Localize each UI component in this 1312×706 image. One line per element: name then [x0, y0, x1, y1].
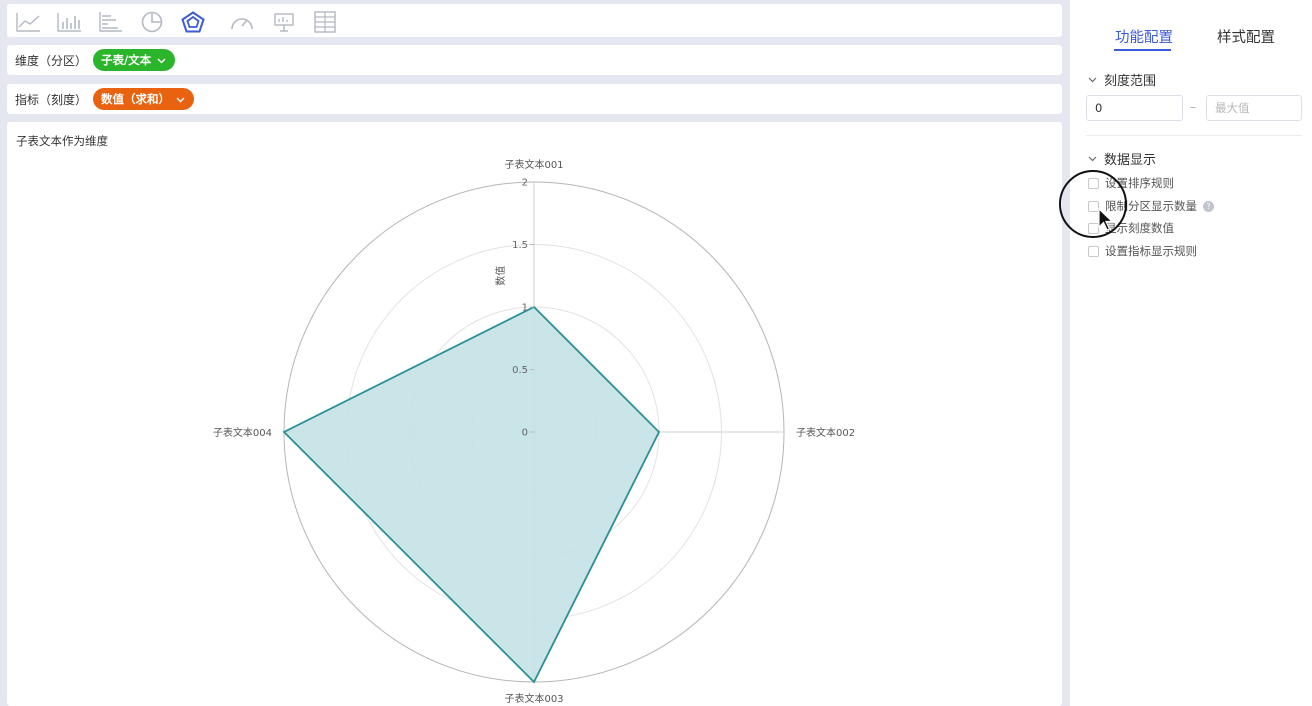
radar-category-label: 子表文本001	[504, 158, 563, 171]
scale-range-section-header[interactable]: 刻度范围	[1088, 70, 1156, 89]
radar-tick-label: 0	[522, 428, 528, 439]
tab-function-config[interactable]: 功能配置	[1115, 26, 1173, 47]
dimension-row: 维度（分区） 子表/文本	[7, 45, 1062, 75]
show-scale-values-label: 显示刻度数值	[1105, 221, 1174, 235]
range-separator: –	[1190, 100, 1196, 114]
config-panel: 功能配置 样式配置 刻度范围 – 数据显示 设置排序规则 限制分区显示数量 ? …	[1070, 0, 1312, 706]
section-divider	[1086, 135, 1302, 136]
table-grid-icon[interactable]	[312, 11, 338, 33]
chart-type-toolbar	[7, 4, 1062, 37]
measure-field-name: 数值（求和）	[101, 92, 171, 106]
chevron-down-icon	[176, 92, 185, 106]
data-display-title: 数据显示	[1104, 153, 1157, 168]
tab-style-config[interactable]: 样式配置	[1217, 26, 1275, 47]
data-display-section-header[interactable]: 数据显示	[1088, 149, 1156, 168]
scale-range-title: 刻度范围	[1104, 74, 1157, 89]
help-icon[interactable]: ?	[1203, 200, 1214, 212]
limit-partitions-checkbox[interactable]	[1088, 200, 1099, 212]
dimension-label: 维度（分区）	[15, 53, 88, 68]
presentation-chart-icon[interactable]	[271, 11, 297, 33]
sort-rule-label: 设置排序规则	[1105, 176, 1174, 190]
chart-editor-area: 维度（分区） 子表/文本 指标（刻度） 数值（求和） 子表文本作为维度 0 0.5…	[0, 0, 1070, 706]
bar-chart-icon[interactable]	[56, 11, 82, 33]
sort-rule-checkbox[interactable]	[1088, 177, 1099, 189]
radar-tick-label: 1.5	[512, 240, 528, 251]
option-measure-display-rule[interactable]: 设置指标显示规则	[1088, 243, 1197, 259]
radar-category-label: 子表文本003	[504, 692, 563, 705]
dimension-field-name: 子表/文本	[101, 53, 152, 67]
horizontal-bar-chart-icon[interactable]	[97, 11, 123, 33]
line-chart-icon[interactable]	[15, 11, 41, 33]
option-sort-rule[interactable]: 设置排序规则	[1088, 175, 1174, 191]
measure-row: 指标（刻度） 数值（求和）	[7, 84, 1062, 114]
chevron-down-icon	[157, 53, 166, 67]
radar-category-label: 子表文本004	[213, 426, 272, 439]
measure-field-pill[interactable]: 数值（求和）	[93, 88, 195, 110]
limit-partitions-label: 限制分区显示数量	[1105, 199, 1197, 213]
scale-max-input[interactable]	[1206, 95, 1302, 121]
scale-min-input[interactable]	[1086, 95, 1183, 121]
option-show-scale-values[interactable]: 显示刻度数值	[1088, 220, 1174, 236]
radar-tick-label: 2	[522, 178, 528, 189]
measure-label: 指标（刻度）	[15, 92, 88, 107]
active-tab-indicator	[1114, 49, 1171, 51]
radar-category-label: 子表文本002	[796, 426, 855, 439]
radar-chart-icon[interactable]	[180, 11, 206, 33]
gauge-chart-icon[interactable]	[229, 11, 255, 33]
radar-series-area	[282, 305, 661, 684]
option-limit-partitions[interactable]: 限制分区显示数量 ?	[1088, 198, 1214, 214]
radar-axis-name: 数值	[494, 266, 507, 286]
dimension-field-pill[interactable]: 子表/文本	[93, 49, 176, 71]
show-scale-values-checkbox[interactable]	[1088, 222, 1099, 234]
chevron-down-icon	[1088, 151, 1097, 166]
pie-chart-icon[interactable]	[139, 11, 165, 33]
radar-tick-label: 1	[522, 303, 528, 314]
measure-display-rule-checkbox[interactable]	[1088, 245, 1099, 257]
measure-display-rule-label: 设置指标显示规则	[1105, 244, 1197, 258]
radar-chart: 0 0.5 1 1.5 2 数值 子表文本001 子表文本002 子表文本003 子表文本004	[213, 158, 855, 705]
radar-tick-label: 0.5	[512, 365, 528, 376]
chevron-down-icon	[1088, 72, 1097, 87]
chart-panel: 子表文本作为维度 0 0.5 1 1.5 2 数值 子表文本001 子表文本002 子表文本00…	[7, 122, 1062, 706]
